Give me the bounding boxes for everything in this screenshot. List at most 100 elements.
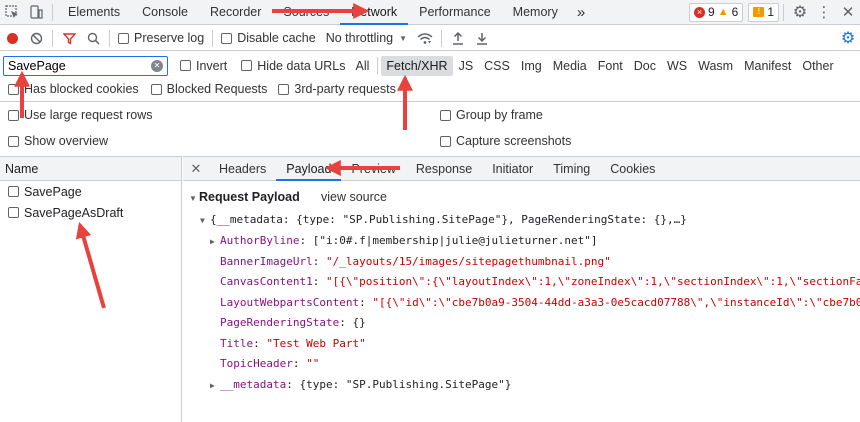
- payload-value: "": [306, 357, 320, 370]
- request-checkbox[interactable]: [8, 207, 19, 218]
- search-icon[interactable]: [81, 26, 105, 51]
- tab-memory[interactable]: Memory: [502, 0, 569, 25]
- checkbox-box[interactable]: [180, 60, 191, 71]
- payload-value: ["i:0#.f|membership|julie@julieturner.ne…: [312, 234, 598, 247]
- record-icon[interactable]: [0, 26, 24, 51]
- tab-initiator[interactable]: Initiator: [482, 157, 543, 181]
- invert-checkbox[interactable]: Invert: [180, 59, 227, 73]
- tab-network[interactable]: Network: [340, 0, 409, 25]
- filter-type-manifest[interactable]: Manifest: [739, 56, 796, 76]
- third-party-label: 3rd-party requests: [294, 82, 396, 96]
- more-tabs-icon[interactable]: »: [569, 0, 593, 25]
- payload-field[interactable]: ▶ AuthorByline: ["i:0#.f|membership|julie…: [210, 234, 598, 247]
- throttling-select[interactable]: No throttling ▼: [326, 31, 407, 45]
- filter-type-js[interactable]: JS: [454, 56, 479, 76]
- show-overview-checkbox[interactable]: Show overview: [8, 134, 108, 148]
- inspect-element-icon[interactable]: [0, 0, 24, 25]
- close-detail-icon[interactable]: ✕: [183, 161, 209, 177]
- settings-gear-icon[interactable]: ⚙: [788, 0, 812, 25]
- tab-sources[interactable]: Sources: [272, 0, 340, 25]
- tab-headers[interactable]: Headers: [209, 157, 276, 181]
- checkbox-box[interactable]: [8, 83, 19, 95]
- view-source-link[interactable]: view source: [321, 190, 387, 204]
- checkbox-box[interactable]: [8, 109, 19, 121]
- filter-type-other[interactable]: Other: [797, 56, 838, 76]
- checkbox-box[interactable]: [221, 32, 233, 44]
- request-row-savepage[interactable]: SavePage: [0, 181, 181, 202]
- issues-badge[interactable]: ! 1: [748, 2, 779, 22]
- payload-value: "[{\"id\":\"cbe7b0a9-3504-44dd-a3a3-0e5c…: [372, 295, 860, 309]
- network-conditions-icon[interactable]: [413, 26, 437, 51]
- tab-cookies[interactable]: Cookies: [600, 157, 665, 181]
- tab-performance[interactable]: Performance: [408, 0, 502, 25]
- network-settings-gear-icon[interactable]: ⚙: [836, 26, 860, 51]
- payload-key: LayoutWebpartsContent: [220, 295, 360, 309]
- filter-type-doc[interactable]: Doc: [629, 56, 661, 76]
- checkbox-box[interactable]: [440, 109, 451, 121]
- show-overview-label: Show overview: [24, 134, 109, 148]
- large-rows-checkbox[interactable]: Use large request rows: [8, 108, 153, 122]
- close-devtools-icon[interactable]: ✕: [836, 0, 860, 25]
- filter-type-font[interactable]: Font: [593, 56, 628, 76]
- payload-field: LayoutWebpartsContent: "[{\"id\":\"cbe7b…: [210, 296, 860, 309]
- tab-preview[interactable]: Preview: [341, 157, 405, 181]
- payload-section-header[interactable]: ▼ Request Payload: [189, 190, 300, 204]
- device-toolbar-icon[interactable]: [24, 0, 48, 25]
- request-list-panel: Name SavePage SavePageAsDraft: [0, 156, 182, 422]
- payload-field[interactable]: ▶ __metadata: {type: "SP.Publishing.SiteP…: [210, 378, 511, 391]
- section-title: Request Payload: [199, 190, 300, 204]
- checkbox-box[interactable]: [278, 83, 290, 95]
- filter-type-ws[interactable]: WS: [662, 56, 692, 76]
- hide-data-urls-checkbox[interactable]: Hide data URLs: [241, 59, 346, 73]
- error-warning-badge[interactable]: × 9 ▲ 6: [689, 2, 744, 22]
- large-rows-label: Use large request rows: [24, 108, 153, 122]
- tab-response[interactable]: Response: [406, 157, 482, 181]
- filter-type-fetch-xhr[interactable]: Fetch/XHR: [381, 55, 453, 76]
- disable-cache-checkbox[interactable]: Disable cache: [221, 31, 316, 45]
- filter-type-all[interactable]: All: [351, 56, 375, 76]
- checkbox-box[interactable]: [440, 135, 451, 147]
- payload-summary[interactable]: ▼ {__metadata: {type: "SP.Publishing.Site…: [200, 213, 687, 226]
- tab-elements[interactable]: Elements: [57, 0, 131, 25]
- filter-input[interactable]: [8, 58, 151, 73]
- request-row-savepageasdraft[interactable]: SavePageAsDraft: [0, 202, 181, 223]
- payload-field: TopicHeader: "": [210, 357, 319, 370]
- group-by-frame-checkbox[interactable]: Group by frame: [440, 108, 543, 122]
- summary-text: {__metadata: {type: "SP.Publishing.SiteP…: [210, 213, 687, 226]
- clear-icon[interactable]: [24, 26, 48, 51]
- checkbox-box[interactable]: [118, 32, 129, 44]
- preserve-log-checkbox[interactable]: Preserve log: [118, 31, 204, 45]
- blocked-requests-checkbox[interactable]: Blocked Requests: [150, 82, 267, 96]
- import-har-icon[interactable]: [446, 26, 470, 51]
- checkbox-box[interactable]: [8, 135, 19, 147]
- tab-payload[interactable]: Payload: [276, 157, 342, 181]
- checkbox-box[interactable]: [241, 60, 253, 71]
- filter-type-media[interactable]: Media: [548, 56, 592, 76]
- name-column-header[interactable]: Name: [0, 157, 181, 181]
- tab-console[interactable]: Console: [131, 0, 199, 25]
- network-toolbar: Preserve log Disable cache No throttling…: [0, 26, 860, 51]
- filter-input-wrapper[interactable]: ✕: [3, 55, 168, 76]
- payload-field: BannerImageUrl: "/_layouts/15/images/sit…: [210, 255, 611, 268]
- filter-type-img[interactable]: Img: [516, 56, 547, 76]
- kebab-menu-icon[interactable]: ⋮: [812, 0, 836, 25]
- expand-triangle-icon[interactable]: ▶: [210, 381, 220, 390]
- expand-triangle-icon: ▼: [189, 194, 197, 203]
- expand-triangle-icon[interactable]: ▶: [210, 237, 220, 246]
- filter-type-wasm[interactable]: Wasm: [693, 56, 738, 76]
- payload-key: BannerImageUrl: [220, 254, 313, 268]
- filter-type-css[interactable]: CSS: [479, 56, 515, 76]
- third-party-checkbox[interactable]: 3rd-party requests: [278, 82, 396, 96]
- checkbox-box[interactable]: [150, 83, 162, 95]
- tab-timing[interactable]: Timing: [543, 157, 600, 181]
- clear-filter-icon[interactable]: ✕: [151, 59, 163, 72]
- tab-recorder[interactable]: Recorder: [199, 0, 272, 25]
- request-name: SavePageAsDraft: [24, 205, 124, 220]
- payload-value: "[{\"position\":{\"layoutIndex\":1,\"zon…: [325, 275, 860, 288]
- error-count: 9: [708, 5, 715, 19]
- has-blocked-cookies-checkbox[interactable]: Has blocked cookies: [8, 82, 139, 96]
- filter-funnel-icon[interactable]: [57, 26, 81, 51]
- capture-screenshots-checkbox[interactable]: Capture screenshots: [440, 134, 571, 148]
- export-har-icon[interactable]: [470, 26, 494, 51]
- request-checkbox[interactable]: [8, 186, 19, 197]
